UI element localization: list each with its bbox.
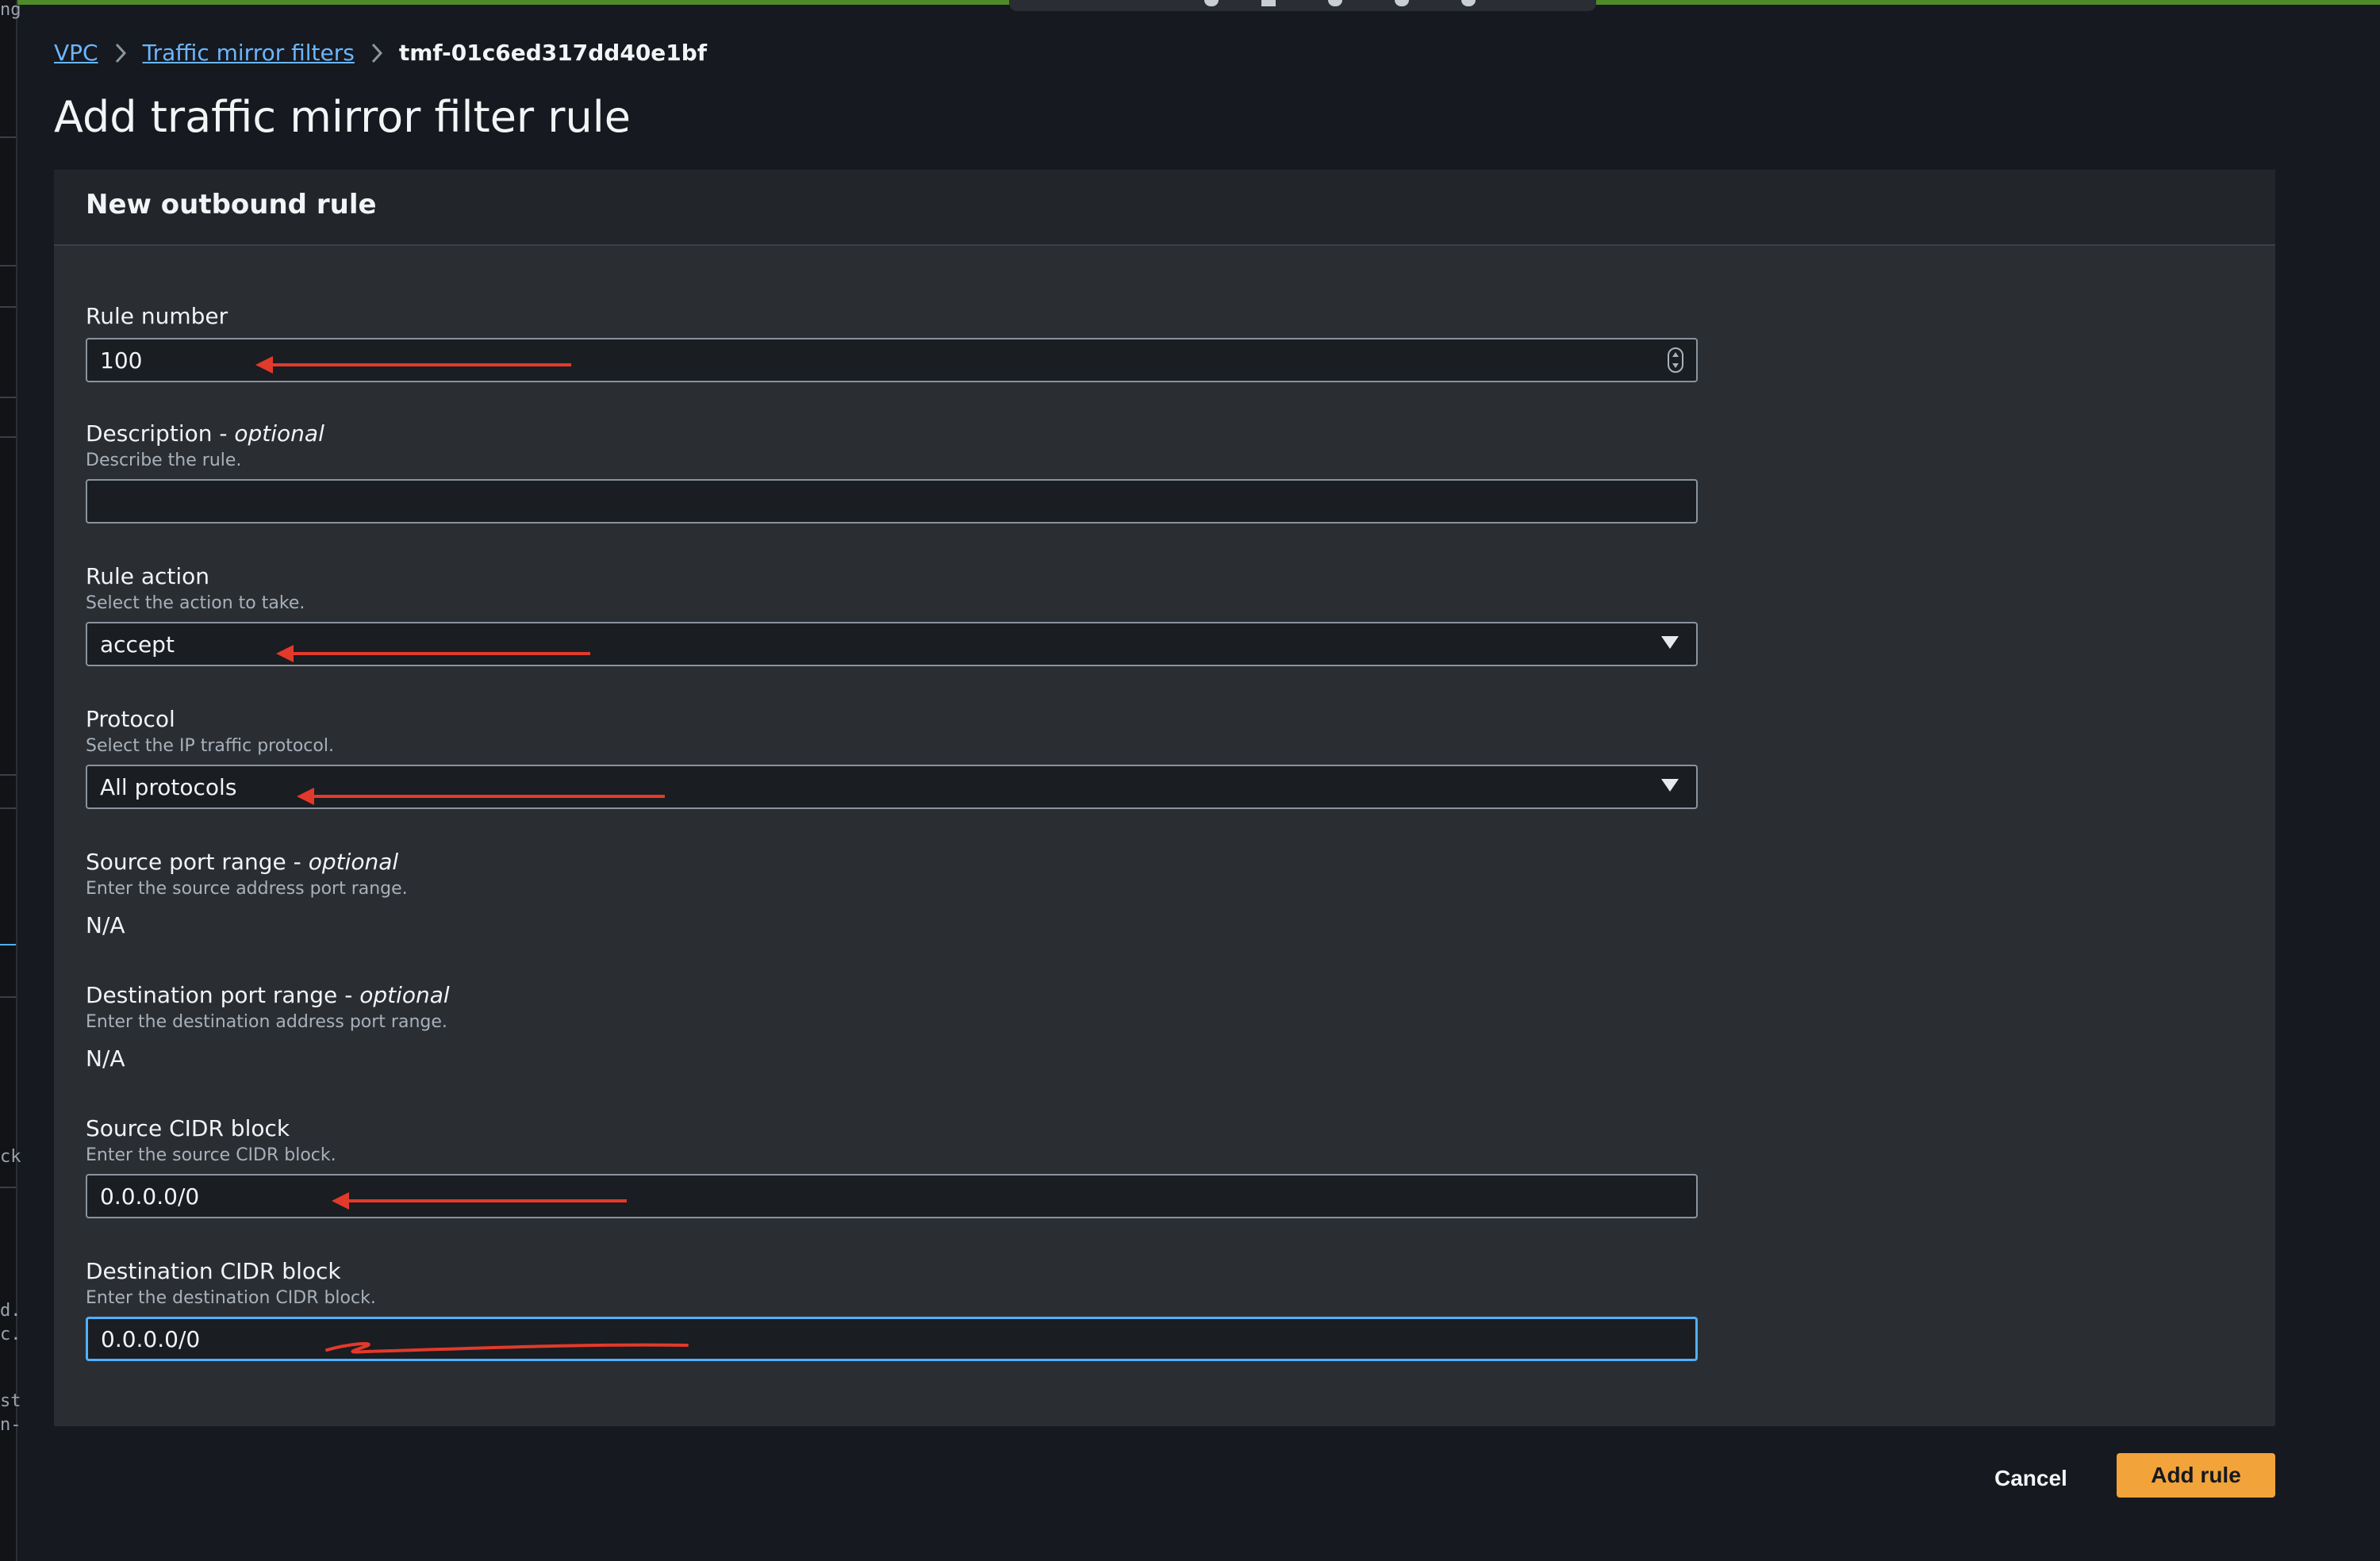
rule-action-hint: Select the action to take. bbox=[86, 593, 305, 613]
source-cidr-field: Source CIDR block Enter the source CIDR … bbox=[86, 1114, 1698, 1218]
destination-port-range-label-text: Destination port range bbox=[86, 982, 338, 1008]
divider bbox=[0, 397, 16, 398]
destination-cidr-value: 0.0.0.0/0 bbox=[101, 1325, 201, 1352]
optional-tag: optional bbox=[234, 420, 324, 447]
description-input[interactable] bbox=[86, 479, 1698, 524]
breadcrumb: VPC Traffic mirror filters tmf-01c6ed317… bbox=[54, 40, 707, 66]
rule-action-label: Rule action bbox=[86, 563, 210, 589]
cancel-button[interactable]: Cancel bbox=[1983, 1456, 2079, 1501]
left-side-strip: ng ck d. c. st n- bbox=[0, 0, 21, 1561]
left-strip-text: n- bbox=[0, 1415, 21, 1435]
rule-action-select[interactable]: accept bbox=[86, 622, 1698, 666]
destination-port-range-hint: Enter the destination address port range… bbox=[86, 1012, 447, 1032]
left-strip-text: c. bbox=[0, 1325, 21, 1344]
annotation-arrow bbox=[332, 1192, 627, 1210]
rule-form-panel: New outbound rule Rule number 100 Descri… bbox=[54, 170, 2275, 1426]
toolbar-dot-icon bbox=[1461, 0, 1476, 6]
divider bbox=[0, 944, 16, 945]
rule-action-field: Rule action Select the action to take. a… bbox=[86, 562, 1698, 666]
annotation-arrow bbox=[297, 788, 665, 805]
destination-cidr-label: Destination CIDR block bbox=[86, 1258, 341, 1284]
rule-number-label: Rule number bbox=[86, 303, 228, 329]
rule-action-value: accept bbox=[100, 631, 175, 658]
top-toolbar-pill bbox=[1009, 0, 1596, 11]
destination-port-range-field: Destination port range - optional Enter … bbox=[86, 980, 1698, 1072]
rule-number-field: Rule number 100 bbox=[86, 301, 1698, 382]
source-cidr-input[interactable]: 0.0.0.0/0 bbox=[86, 1174, 1698, 1218]
left-strip-text: st bbox=[0, 1391, 21, 1411]
divider bbox=[0, 306, 16, 308]
source-cidr-label: Source CIDR block bbox=[86, 1115, 290, 1141]
add-rule-button[interactable]: Add rule bbox=[2117, 1453, 2275, 1498]
rule-number-value: 100 bbox=[100, 347, 143, 374]
source-cidr-value: 0.0.0.0/0 bbox=[100, 1183, 200, 1210]
optional-tag: optional bbox=[359, 982, 450, 1008]
breadcrumb-current: tmf-01c6ed317dd40e1bf bbox=[398, 40, 708, 66]
protocol-value: All protocols bbox=[100, 773, 237, 800]
source-port-range-value: N/A bbox=[86, 912, 125, 938]
destination-port-range-value: N/A bbox=[86, 1045, 125, 1072]
source-cidr-hint: Enter the source CIDR block. bbox=[86, 1145, 336, 1165]
protocol-hint: Select the IP traffic protocol. bbox=[86, 736, 334, 756]
chevron-right-icon bbox=[98, 42, 143, 64]
optional-tag: optional bbox=[308, 849, 399, 875]
annotation-arrow bbox=[255, 356, 571, 374]
annotation-underline bbox=[325, 1342, 689, 1354]
source-port-range-field: Source port range - optional Enter the s… bbox=[86, 847, 1698, 938]
divider bbox=[0, 1187, 16, 1188]
destination-port-range-label: Destination port range - optional bbox=[86, 982, 450, 1008]
toolbar-dot-icon bbox=[1395, 0, 1409, 6]
divider bbox=[0, 807, 16, 809]
source-port-range-label: Source port range - optional bbox=[86, 849, 399, 875]
toolbar-dot-icon bbox=[1204, 0, 1219, 6]
description-label: Description - optional bbox=[86, 420, 324, 447]
toolbar-square-icon bbox=[1261, 0, 1276, 6]
divider bbox=[0, 996, 16, 998]
chevron-right-icon bbox=[355, 42, 399, 64]
protocol-label: Protocol bbox=[86, 706, 175, 732]
left-strip-text: d. bbox=[0, 1301, 21, 1321]
source-port-range-hint: Enter the source address port range. bbox=[86, 879, 408, 899]
left-strip-text: ng bbox=[0, 0, 21, 20]
divider bbox=[0, 136, 16, 138]
divider bbox=[0, 774, 16, 776]
breadcrumb-link-traffic-mirror-filters[interactable]: Traffic mirror filters bbox=[143, 40, 355, 66]
divider bbox=[0, 265, 16, 267]
left-strip-text: ck bbox=[0, 1147, 21, 1167]
breadcrumb-link-vpc[interactable]: VPC bbox=[54, 40, 98, 66]
protocol-field: Protocol Select the IP traffic protocol.… bbox=[86, 704, 1698, 809]
annotation-arrow bbox=[276, 645, 590, 662]
panel-title: New outbound rule bbox=[86, 189, 377, 221]
destination-cidr-hint: Enter the destination CIDR block. bbox=[86, 1288, 376, 1308]
caret-down-icon bbox=[1661, 636, 1679, 649]
toolbar-dot-icon bbox=[1328, 0, 1342, 6]
caret-down-icon bbox=[1661, 779, 1679, 792]
protocol-select[interactable]: All protocols bbox=[86, 765, 1698, 809]
page-title: Add traffic mirror filter rule bbox=[54, 92, 631, 142]
description-label-text: Description bbox=[86, 420, 213, 447]
description-hint: Describe the rule. bbox=[86, 451, 242, 470]
number-stepper-icon[interactable] bbox=[1668, 347, 1683, 373]
description-field: Description - optional Describe the rule… bbox=[86, 419, 1698, 524]
rule-number-input[interactable]: 100 bbox=[86, 338, 1698, 382]
divider bbox=[0, 436, 16, 438]
source-port-range-label-text: Source port range bbox=[86, 849, 286, 875]
panel-header: New outbound rule bbox=[54, 170, 2275, 246]
